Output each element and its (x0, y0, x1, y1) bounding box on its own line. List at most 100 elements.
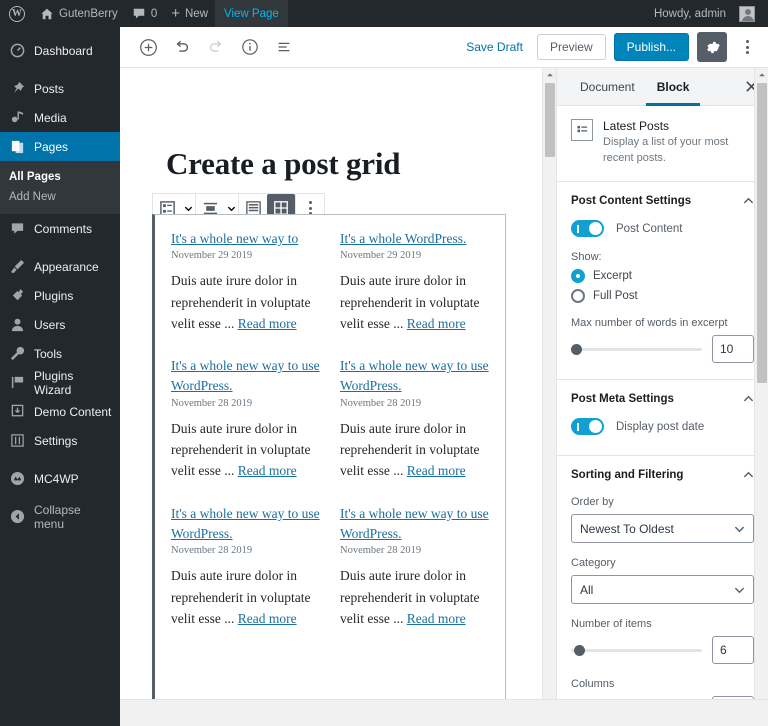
chevron-down-icon (734, 523, 745, 534)
sidebar-item-media[interactable]: Media (0, 103, 120, 132)
settings-scrollbar[interactable] (754, 68, 768, 726)
excerpt-words-slider[interactable] (571, 341, 702, 357)
page-title[interactable]: Create a post grid (166, 146, 566, 182)
read-more-link[interactable]: Read more (238, 611, 297, 626)
post-excerpt: Duis aute irure dolor in reprehenderit i… (171, 418, 322, 482)
panel-header[interactable]: Sorting and Filtering (571, 456, 754, 494)
redo-button[interactable] (199, 30, 233, 64)
read-more-link[interactable]: Read more (407, 463, 466, 478)
comments-button[interactable]: 0 (125, 0, 164, 27)
site-name-button[interactable]: GutenBerry (33, 0, 125, 27)
chevron-up-icon (743, 470, 754, 481)
sidebar-item-comments[interactable]: Comments (0, 214, 120, 243)
slider-handle[interactable] (571, 344, 582, 356)
sidebar-item-posts[interactable]: Posts (0, 74, 120, 103)
block-card-description: Display a list of your most recent posts… (603, 136, 729, 164)
post-date: November 29 2019 (171, 250, 253, 262)
post-item: It's a whole new way to use WordPress. N… (171, 504, 322, 651)
panel-header[interactable]: Post Content Settings (571, 182, 754, 220)
add-block-button[interactable] (131, 30, 165, 64)
panel-title: Post Content Settings (571, 195, 692, 208)
new-content-button[interactable]: + New (164, 0, 215, 27)
sliders-icon (9, 432, 26, 449)
read-more-link[interactable]: Read more (407, 611, 466, 626)
post-title-link[interactable]: It's a whole new way to (171, 229, 322, 249)
sidebar-item-demo-content[interactable]: Demo Content (0, 397, 120, 426)
wordpress-logo-button[interactable]: W (0, 0, 33, 27)
settings-scroll-thumb[interactable] (757, 83, 767, 383)
list-view-icon (275, 38, 293, 56)
settings-toggle-button[interactable] (697, 32, 727, 62)
post-title-link[interactable]: It's a whole new way to use WordPress. (340, 504, 491, 545)
more-options-button[interactable] (735, 32, 759, 62)
excerpt-words-input[interactable]: 10 (712, 335, 754, 364)
post-title-link[interactable]: It's a whole new way to use WordPress. (171, 356, 322, 397)
toggle-knob (589, 222, 602, 236)
canvas-scrollbar[interactable] (542, 68, 556, 726)
tab-document[interactable]: Document (569, 68, 646, 106)
preview-button[interactable]: Preview (536, 34, 606, 60)
sidebar-item-appearance[interactable]: Appearance (0, 252, 120, 281)
collapse-menu-button[interactable]: Collapse menu (0, 502, 120, 531)
post-title-link[interactable]: It's a whole new way to use WordPress. (171, 504, 322, 545)
post-title-link[interactable]: It's a whole new way to use WordPress. (340, 356, 491, 397)
sidebar-item-users[interactable]: Users (0, 310, 120, 339)
undo-button[interactable] (165, 30, 199, 64)
read-more-link[interactable]: Read more (407, 316, 466, 331)
tab-block[interactable]: Block (646, 68, 701, 106)
radio-option-full-post[interactable]: Full Post (571, 289, 754, 304)
number-of-items-slider[interactable] (571, 642, 702, 658)
radio-full-post[interactable] (571, 289, 585, 304)
category-value: All (580, 582, 594, 597)
sidebar-item-dashboard[interactable]: Dashboard (0, 36, 120, 65)
radio-excerpt-label: Excerpt (593, 270, 632, 283)
post-excerpt: Duis aute irure dolor in reprehenderit i… (171, 565, 322, 629)
scroll-up-arrow[interactable] (755, 68, 768, 82)
post-excerpt: Duis aute irure dolor in reprehenderit i… (171, 270, 322, 334)
admin-bar-right: Howdy, admin (647, 0, 768, 27)
radio-excerpt[interactable] (571, 269, 585, 284)
list-view-button[interactable] (267, 30, 301, 64)
kebab-menu-icon (308, 201, 312, 215)
panel-header[interactable]: Post Meta Settings (571, 380, 754, 418)
read-more-link[interactable]: Read more (238, 316, 297, 331)
submenu-item-add-new[interactable]: Add New (0, 187, 120, 207)
scroll-up-arrow[interactable] (543, 68, 557, 82)
save-draft-button[interactable]: Save Draft (460, 36, 529, 58)
pages-submenu: All Pages Add New (0, 161, 120, 214)
sidebar-item-mc4wp[interactable]: MC4WP (0, 464, 120, 493)
sidebar-item-plugins-wizard[interactable]: Plugins Wizard (0, 368, 120, 397)
order-by-select[interactable]: Newest To Oldest (571, 514, 754, 544)
radio-option-excerpt[interactable]: Excerpt (571, 269, 754, 284)
comment-icon (9, 220, 26, 237)
read-more-link[interactable]: Read more (238, 463, 297, 478)
sidebar-item-tools[interactable]: Tools (0, 339, 120, 368)
howdy-user-menu[interactable]: Howdy, admin (647, 0, 762, 27)
toggle-bar (577, 224, 579, 233)
pages-icon (9, 138, 26, 155)
display-post-date-toggle[interactable] (571, 418, 604, 436)
undo-icon (173, 38, 191, 56)
sidebar-label: Tools (34, 346, 63, 361)
post-excerpt: Duis aute irure dolor in reprehenderit i… (340, 270, 491, 334)
category-select[interactable]: All (571, 575, 754, 605)
order-by-value: Newest To Oldest (580, 521, 674, 536)
post-title-link[interactable]: It's a whole WordPress. (340, 229, 491, 249)
submenu-item-all-pages[interactable]: All Pages (0, 167, 120, 187)
slider-handle[interactable] (574, 645, 585, 657)
sidebar-item-plugins[interactable]: Plugins (0, 281, 120, 310)
post-content-toggle[interactable] (571, 220, 604, 238)
content-info-button[interactable] (233, 30, 267, 64)
slider-track (571, 348, 702, 352)
slider-track (571, 649, 702, 653)
number-of-items-input[interactable]: 6 (712, 636, 754, 665)
view-page-button[interactable]: View Page (215, 0, 288, 27)
latest-posts-block[interactable]: It's a whole new way to November 29 2019… (152, 214, 506, 711)
publish-button[interactable]: Publish... (613, 33, 689, 61)
number-of-items-control: 6 (571, 636, 754, 665)
sidebar-item-settings[interactable]: Settings (0, 426, 120, 455)
canvas-scroll-thumb[interactable] (545, 83, 555, 157)
display-post-date-toggle-row: Display post date (571, 418, 754, 436)
sidebar-label: Pages (34, 139, 69, 154)
sidebar-item-pages[interactable]: Pages (0, 132, 120, 161)
